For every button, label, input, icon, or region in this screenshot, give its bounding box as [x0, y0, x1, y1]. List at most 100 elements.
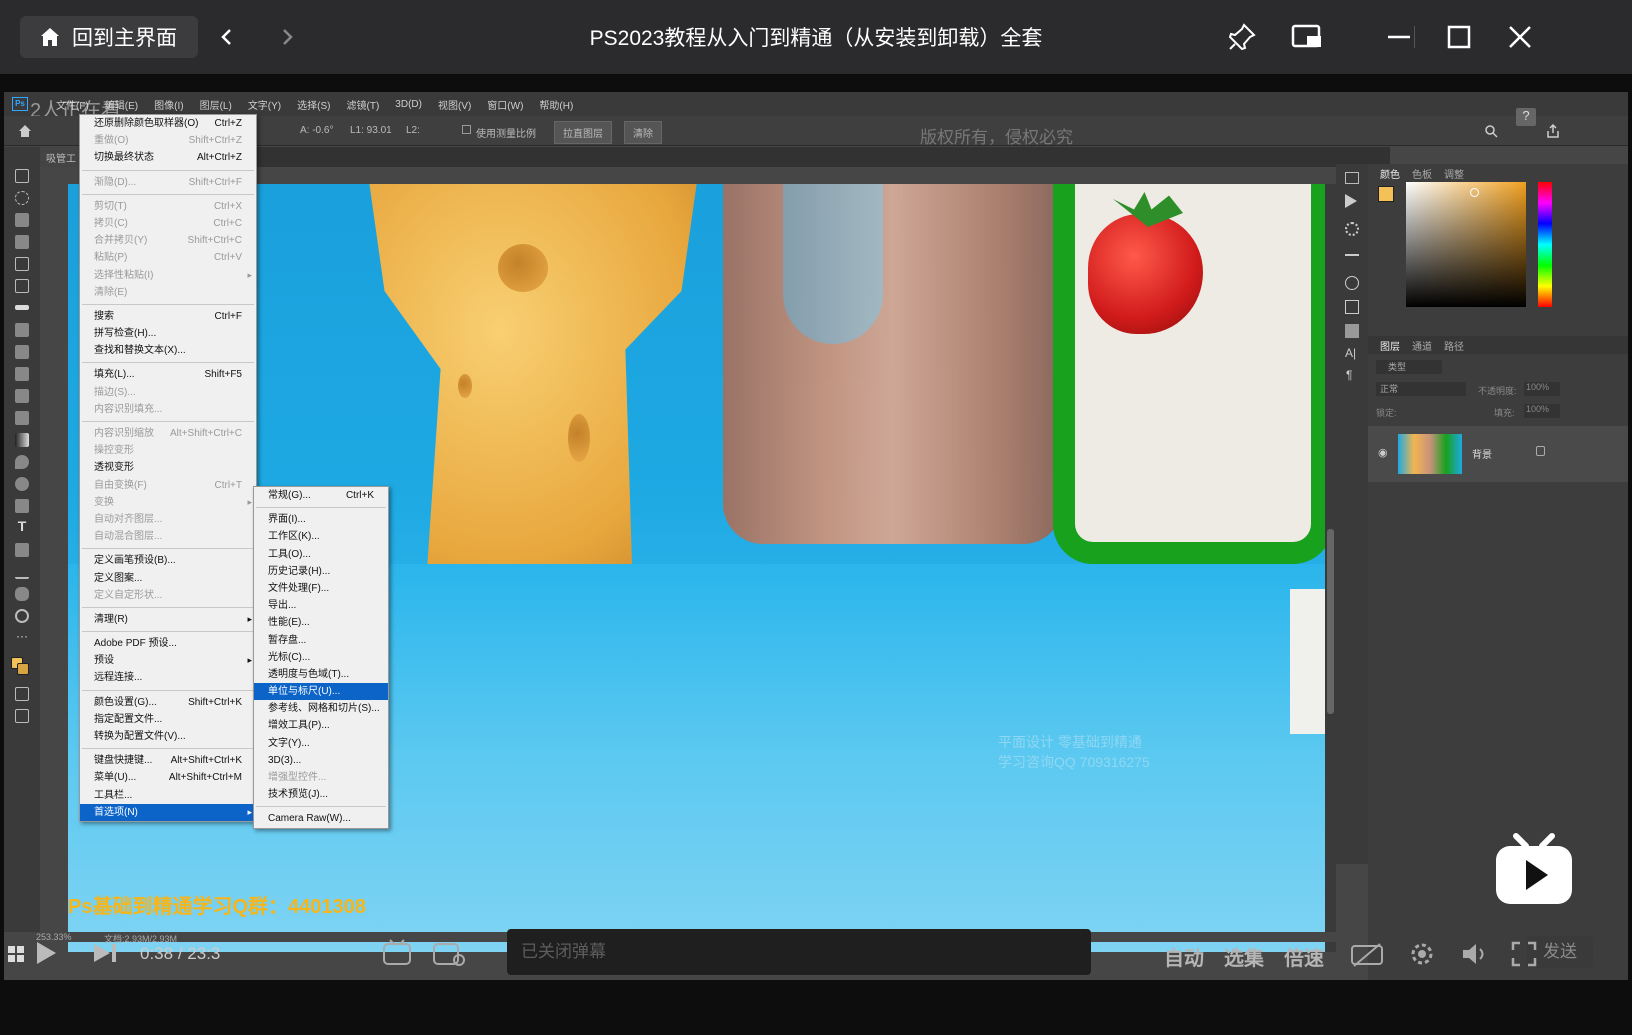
settings-gear-icon[interactable]: [1408, 940, 1436, 968]
menu-item[interactable]: 远程连接...: [80, 669, 256, 686]
danmaku-settings-icon[interactable]: [432, 938, 466, 968]
menu-item[interactable]: 切换最终状态 Alt+Ctrl+Z: [80, 149, 256, 166]
straighten-layer-button[interactable]: 拉直图层: [554, 121, 612, 144]
menu-item[interactable]: 合并拷贝(Y) Shift+Ctrl+C: [80, 232, 256, 249]
menu-item[interactable]: Camera Raw(W)...: [254, 810, 388, 827]
menu-item[interactable]: 拼写检查(H)...: [80, 325, 256, 342]
menu-item[interactable]: 转换为配置文件(V)...: [80, 728, 256, 745]
menu-item[interactable]: 渐隐(D)... Shift+Ctrl+F: [80, 174, 256, 191]
pen-tool-icon[interactable]: [15, 499, 29, 513]
menu-item[interactable]: 操控变形: [80, 442, 256, 459]
opacity-input[interactable]: 100%: [1524, 382, 1560, 396]
menu-item[interactable]: 工具(O)...: [254, 546, 388, 563]
menu-item[interactable]: 自动对齐图层...: [80, 511, 256, 528]
menu-item[interactable]: 增效工具(P)...: [254, 717, 388, 734]
menu-item[interactable]: 自由变换(F) Ctrl+T: [80, 477, 256, 494]
ps-search-icon[interactable]: [1484, 124, 1498, 138]
minimize-button[interactable]: [1378, 16, 1420, 58]
ps-home-icon[interactable]: [18, 124, 32, 138]
menu-item[interactable]: 粘贴(P) Ctrl+V: [80, 249, 256, 266]
brush-tool-icon[interactable]: [15, 345, 29, 359]
volume-icon[interactable]: [1460, 940, 1490, 968]
layer-row-background[interactable]: ◉ 背景: [1368, 426, 1628, 482]
info-panel-icon[interactable]: [1345, 276, 1359, 290]
character-panel-icon[interactable]: A|: [1345, 346, 1356, 360]
menu-item[interactable]: 技术预览(J)...: [254, 786, 388, 803]
danmaku-input[interactable]: 已关闭弹幕 发送: [507, 929, 1593, 975]
background-color-swatch[interactable]: [17, 663, 29, 675]
path-selection-tool-icon[interactable]: [15, 543, 29, 557]
menu-item[interactable]: 增强型控件...: [254, 769, 388, 786]
menu-item[interactable]: 界面(I)...: [254, 511, 388, 528]
menu-item[interactable]: 工作区(K)...: [254, 528, 388, 545]
next-icon[interactable]: [92, 942, 120, 964]
magic-wand-tool-icon[interactable]: [15, 235, 29, 249]
back-button[interactable]: [206, 16, 248, 58]
menu-item[interactable]: 常规(G)... Ctrl+K: [254, 487, 388, 504]
menu-item[interactable]: 清除(E): [80, 284, 256, 301]
brush-settings-icon[interactable]: [1345, 248, 1359, 256]
menu-item[interactable]: 还原删除颜色取样器(O) Ctrl+Z: [80, 115, 256, 132]
menu-item[interactable]: 工具栏...: [80, 787, 256, 804]
history-brush-tool-icon[interactable]: [15, 389, 29, 403]
layer-kind-filter[interactable]: 类型: [1376, 360, 1442, 374]
ps-share-icon[interactable]: [1546, 124, 1560, 138]
quality-auto-button[interactable]: 自动: [1164, 942, 1204, 971]
menu-item[interactable]: 变换: [80, 494, 256, 511]
windows-start-icon[interactable]: [8, 946, 24, 962]
ps-help-icon[interactable]: ?: [1516, 108, 1536, 126]
type-tool-icon[interactable]: T: [15, 519, 29, 533]
menu-item[interactable]: 填充(L)... Shift+F5: [80, 366, 256, 383]
menu-item[interactable]: 描边(S)...: [80, 384, 256, 401]
tab-layers[interactable]: 图层: [1380, 338, 1400, 353]
line-tool-icon[interactable]: [15, 565, 29, 579]
tab-adjustments[interactable]: 调整: [1444, 166, 1464, 181]
menu-item[interactable]: 剪切(T) Ctrl+X: [80, 198, 256, 215]
speed-button[interactable]: 倍速: [1284, 942, 1324, 971]
menu-item[interactable]: 内容识别缩放 Alt+Shift+Ctrl+C: [80, 425, 256, 442]
danmaku-off-icon[interactable]: [1350, 942, 1384, 968]
fill-input[interactable]: 100%: [1524, 404, 1560, 418]
bilibili-play-icon[interactable]: [1494, 832, 1574, 906]
menu-item[interactable]: 清理(R): [80, 611, 256, 628]
brightness-panel-icon[interactable]: [1345, 222, 1359, 236]
quick-mask-icon[interactable]: [15, 687, 29, 701]
actions-panel-icon[interactable]: [1345, 194, 1357, 208]
dodge-tool-icon[interactable]: [15, 477, 29, 491]
menu-item[interactable]: 透明度与色域(T)...: [254, 666, 388, 683]
menu-item[interactable]: 单位与标尺(U)...: [254, 683, 388, 701]
marquee-tool-icon[interactable]: [15, 191, 29, 205]
maximize-button[interactable]: [1438, 16, 1480, 58]
gradient-tool-icon[interactable]: [15, 433, 29, 447]
pip-button[interactable]: [1286, 16, 1328, 58]
menu-item[interactable]: 透视变形: [80, 459, 256, 476]
blur-tool-icon[interactable]: [15, 455, 29, 469]
paragraph-panel-icon[interactable]: ¶: [1346, 368, 1352, 382]
color-picker-field[interactable]: [1406, 182, 1526, 307]
frame-tool-icon[interactable]: [15, 279, 29, 293]
ruler-tool-icon[interactable]: [15, 305, 29, 310]
eraser-tool-icon[interactable]: [15, 411, 29, 425]
crop-tool-icon[interactable]: [15, 257, 29, 271]
menu-item[interactable]: 选择性粘贴(I): [80, 267, 256, 284]
menu-item[interactable]: 查找和替换文本(X)...: [80, 342, 256, 359]
menu-item[interactable]: 参考线、网格和切片(S)...: [254, 700, 388, 717]
menu-item[interactable]: 菜单(U)... Alt+Shift+Ctrl+M: [80, 769, 256, 786]
tab-swatches[interactable]: 色板: [1412, 166, 1432, 181]
close-button[interactable]: [1499, 16, 1541, 58]
fullscreen-icon[interactable]: [1510, 940, 1538, 968]
healing-brush-tool-icon[interactable]: [15, 323, 29, 337]
history-panel-icon[interactable]: [1345, 172, 1359, 184]
menu-item[interactable]: 预设: [80, 652, 256, 669]
menu-item[interactable]: 重做(O) Shift+Ctrl+Z: [80, 132, 256, 149]
home-button[interactable]: 回到主界面: [20, 16, 198, 58]
play-icon[interactable]: [34, 940, 58, 966]
episodes-button[interactable]: 选集: [1224, 942, 1264, 971]
menu-item[interactable]: 键盘快捷键... Alt+Shift+Ctrl+K: [80, 752, 256, 769]
menu-item[interactable]: 拷贝(C) Ctrl+C: [80, 215, 256, 232]
notes-panel-icon[interactable]: [1345, 324, 1359, 338]
menu-item[interactable]: 性能(E)...: [254, 614, 388, 631]
tab-channels[interactable]: 通道: [1412, 338, 1432, 353]
hand-tool-icon[interactable]: [15, 587, 29, 601]
canvas-scrollbar[interactable]: [1325, 184, 1336, 952]
